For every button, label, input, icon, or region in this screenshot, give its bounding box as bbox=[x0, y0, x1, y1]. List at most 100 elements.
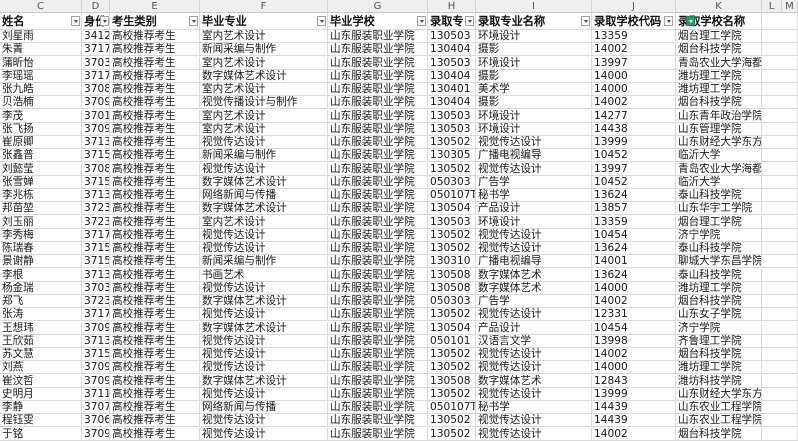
table-cell[interactable]: 广告学 bbox=[476, 175, 592, 189]
column-header-k[interactable]: K bbox=[676, 0, 762, 13]
table-cell[interactable]: 050107T bbox=[428, 401, 476, 415]
table-cell[interactable]: 视觉传播设计与制作 bbox=[200, 96, 328, 110]
table-cell[interactable]: 新闻采编与制作 bbox=[200, 255, 328, 269]
table-cell[interactable]: 程钰雯 bbox=[0, 414, 82, 428]
table-cell[interactable]: 高校推荐考生 bbox=[110, 374, 200, 388]
table-cell[interactable]: 山东服装职业学院 bbox=[328, 30, 428, 44]
table-cell[interactable]: 高校推荐考生 bbox=[110, 162, 200, 176]
table-cell[interactable]: 数字媒体艺术设计 bbox=[200, 295, 328, 309]
table-cell[interactable]: 崔汶哲 bbox=[0, 374, 82, 388]
header-empty[interactable] bbox=[762, 13, 798, 30]
table-cell[interactable]: 山东服装职业学院 bbox=[328, 149, 428, 163]
table-cell[interactable]: 山东服装职业学院 bbox=[328, 255, 428, 269]
table-cell[interactable]: 环境设计 bbox=[476, 30, 592, 44]
table-cell[interactable]: 14002 bbox=[592, 43, 676, 57]
column-header-j[interactable]: J bbox=[592, 0, 676, 13]
filter-dropdown-icon[interactable] bbox=[189, 16, 198, 26]
table-cell[interactable]: 苏文慧 bbox=[0, 348, 82, 362]
header-grad-major[interactable]: 毕业专业 bbox=[200, 13, 328, 30]
table-cell[interactable]: 13999 bbox=[592, 136, 676, 150]
table-cell[interactable]: 环境设计 bbox=[476, 109, 592, 123]
table-cell[interactable]: 视觉传达设计 bbox=[200, 414, 328, 428]
table-cell[interactable]: 室内艺术设计 bbox=[200, 109, 328, 123]
table-cell[interactable]: 山东女子学院 bbox=[676, 308, 762, 322]
table-cell[interactable]: 产品设计 bbox=[476, 202, 592, 216]
table-cell[interactable]: 高校推荐考生 bbox=[110, 56, 200, 70]
table-cell[interactable]: 高校推荐考生 bbox=[110, 334, 200, 348]
table-cell[interactable]: 室内艺术设计 bbox=[200, 215, 328, 229]
table-cell[interactable]: 烟台科技学院 bbox=[676, 348, 762, 362]
table-cell[interactable]: 山东管理学院 bbox=[676, 122, 762, 136]
table-cell[interactable]: 视觉传达设计 bbox=[200, 281, 328, 295]
table-cell[interactable] bbox=[762, 374, 798, 388]
table-cell[interactable] bbox=[762, 56, 798, 70]
table-cell[interactable]: 130504 bbox=[428, 202, 476, 216]
table-cell[interactable]: 崔原卿 bbox=[0, 136, 82, 150]
table-cell[interactable] bbox=[762, 136, 798, 150]
table-cell[interactable]: 刘懿莹 bbox=[0, 162, 82, 176]
table-cell[interactable]: 37152 bbox=[82, 348, 110, 362]
table-cell[interactable]: 高校推荐考生 bbox=[110, 387, 200, 401]
table-cell[interactable]: 高校推荐考生 bbox=[110, 242, 200, 256]
table-cell[interactable]: 山东财经大学东方学院 bbox=[676, 387, 762, 401]
table-cell[interactable]: 聊城大学东昌学院 bbox=[676, 255, 762, 269]
table-cell[interactable]: 山东服装职业学院 bbox=[328, 401, 428, 415]
table-cell[interactable]: 050303 bbox=[428, 175, 476, 189]
table-cell[interactable]: 数字媒体艺术 bbox=[476, 281, 592, 295]
table-cell[interactable]: 14000 bbox=[592, 83, 676, 97]
column-header-e[interactable]: E bbox=[110, 0, 200, 13]
table-cell[interactable]: 130310 bbox=[428, 255, 476, 269]
table-cell[interactable]: 130404 bbox=[428, 43, 476, 57]
column-header-i[interactable]: I bbox=[476, 0, 592, 13]
table-cell[interactable] bbox=[762, 175, 798, 189]
table-cell[interactable]: 37131 bbox=[82, 268, 110, 282]
table-cell[interactable]: 高校推荐考生 bbox=[110, 401, 200, 415]
table-cell[interactable]: 视觉传达设计 bbox=[476, 414, 592, 428]
table-cell[interactable] bbox=[762, 281, 798, 295]
table-cell[interactable]: 高校推荐考生 bbox=[110, 30, 200, 44]
table-cell[interactable]: 37078 bbox=[82, 401, 110, 415]
table-cell[interactable]: 环境设计 bbox=[476, 122, 592, 136]
table-cell[interactable]: 山东服装职业学院 bbox=[328, 414, 428, 428]
table-cell[interactable]: 视觉传达设计 bbox=[476, 427, 592, 441]
table-cell[interactable]: 高校推荐考生 bbox=[110, 255, 200, 269]
table-cell[interactable]: 视觉传达设计 bbox=[476, 387, 592, 401]
table-cell[interactable]: 视觉传达设计 bbox=[476, 136, 592, 150]
table-cell[interactable]: 山东服装职业学院 bbox=[328, 242, 428, 256]
table-cell[interactable]: 烟台科技学院 bbox=[676, 295, 762, 309]
table-cell[interactable]: 14001 bbox=[592, 255, 676, 269]
table-cell[interactable]: 37098 bbox=[82, 122, 110, 136]
table-cell[interactable]: 数字媒体艺术设计 bbox=[200, 69, 328, 83]
table-cell[interactable]: 14000 bbox=[592, 281, 676, 295]
table-cell[interactable]: 130502 bbox=[428, 308, 476, 322]
table-cell[interactable]: 37152 bbox=[82, 242, 110, 256]
filter-dropdown-icon[interactable] bbox=[581, 16, 590, 26]
table-cell[interactable]: 美术学 bbox=[476, 83, 592, 97]
table-cell[interactable]: 李静 bbox=[0, 401, 82, 415]
table-cell[interactable]: 14002 bbox=[592, 295, 676, 309]
table-cell[interactable]: 济宁学院 bbox=[676, 321, 762, 335]
table-cell[interactable]: 14439 bbox=[592, 401, 676, 415]
table-cell[interactable] bbox=[762, 189, 798, 203]
table-cell[interactable]: 山东财经大学东方学院 bbox=[676, 136, 762, 150]
table-cell[interactable]: 13997 bbox=[592, 162, 676, 176]
table-cell[interactable]: 青岛农业大学海都学院 bbox=[676, 56, 762, 70]
table-cell[interactable] bbox=[762, 149, 798, 163]
table-cell[interactable]: 37131 bbox=[82, 136, 110, 150]
table-cell[interactable]: 临沂大学 bbox=[676, 175, 762, 189]
filter-dropdown-icon[interactable] bbox=[317, 16, 326, 26]
table-cell[interactable]: 山东服装职业学院 bbox=[328, 43, 428, 57]
table-cell[interactable] bbox=[762, 83, 798, 97]
table-cell[interactable]: 视觉传达设计 bbox=[476, 348, 592, 362]
table-cell[interactable]: 高校推荐考生 bbox=[110, 109, 200, 123]
table-cell[interactable]: 130508 bbox=[428, 374, 476, 388]
table-cell[interactable]: 130305 bbox=[428, 149, 476, 163]
table-cell[interactable]: 高校推荐考生 bbox=[110, 122, 200, 136]
table-cell[interactable]: 高校推荐考生 bbox=[110, 427, 200, 441]
header-category[interactable]: 考生类别 bbox=[110, 13, 200, 30]
table-cell[interactable]: 山东服装职业学院 bbox=[328, 387, 428, 401]
table-cell[interactable]: 高校推荐考生 bbox=[110, 361, 200, 375]
table-cell[interactable]: 13998 bbox=[592, 334, 676, 348]
table-cell[interactable]: 37081 bbox=[82, 83, 110, 97]
table-cell[interactable]: 山东服装职业学院 bbox=[328, 122, 428, 136]
